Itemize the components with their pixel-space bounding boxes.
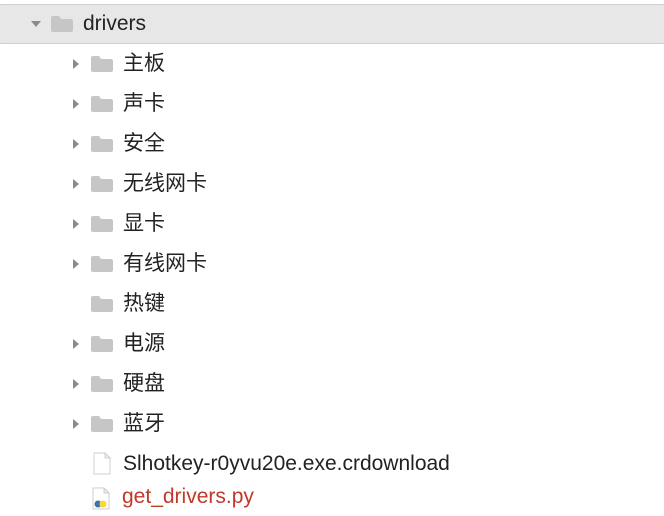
tree-item-label: 有线网卡: [123, 253, 207, 275]
folder-icon: [87, 374, 117, 394]
tree-row[interactable]: 主板: [0, 44, 664, 84]
folder-icon: [87, 174, 117, 194]
tree-item-label: 主板: [123, 53, 165, 75]
disclosure-right-icon[interactable]: [65, 218, 87, 230]
tree-item-label: 声卡: [123, 93, 165, 115]
tree-row[interactable]: 硬盘: [0, 364, 664, 404]
folder-icon: [87, 54, 117, 74]
disclosure-right-icon[interactable]: [65, 378, 87, 390]
disclosure-down-icon[interactable]: [25, 18, 47, 30]
tree-item-label: drivers: [83, 13, 146, 35]
tree-item-label: 热键: [123, 293, 165, 315]
disclosure-right-icon[interactable]: [65, 178, 87, 190]
tree-item-label: 显卡: [123, 213, 165, 235]
tree-row[interactable]: 声卡: [0, 84, 664, 124]
disclosure-right-icon[interactable]: [65, 98, 87, 110]
tree-item-label: get_drivers.py: [122, 484, 254, 508]
folder-icon: [47, 14, 77, 34]
folder-icon: [87, 294, 117, 314]
tree-row[interactable]: 蓝牙: [0, 404, 664, 444]
folder-icon: [87, 214, 117, 234]
tree-row[interactable]: 显卡: [0, 204, 664, 244]
folder-icon: [87, 134, 117, 154]
tree-row[interactable]: 热键: [0, 284, 664, 324]
tree-item-label: 电源: [123, 333, 165, 355]
folder-icon: [87, 94, 117, 114]
disclosure-right-icon[interactable]: [65, 58, 87, 70]
tree-item-label: 无线网卡: [123, 173, 207, 195]
file-icon: [87, 452, 117, 476]
tree-item-label: Slhotkey-r0yvu20e.exe.crdownload: [123, 453, 450, 475]
tree-row-root[interactable]: drivers: [0, 4, 664, 44]
tree-row[interactable]: 有线网卡: [0, 244, 664, 284]
folder-icon: [87, 254, 117, 274]
disclosure-right-icon[interactable]: [65, 418, 87, 430]
tree-row[interactable]: Slhotkey-r0yvu20e.exe.crdownload: [0, 444, 664, 484]
folder-icon: [87, 334, 117, 354]
tree-item-label: 安全: [123, 133, 165, 155]
folder-icon: [87, 414, 117, 434]
tree-row[interactable]: 电源: [0, 324, 664, 364]
tree-row[interactable]: 安全: [0, 124, 664, 164]
python-file-icon: [86, 484, 116, 511]
tree-row[interactable]: 无线网卡: [0, 164, 664, 204]
disclosure-right-icon[interactable]: [65, 138, 87, 150]
file-tree: drivers 主板声卡安全无线网卡显卡有线网卡热键电源硬盘蓝牙 Slhotkey…: [0, 0, 664, 512]
disclosure-spacer: [64, 484, 86, 486]
tree-row-partial[interactable]: get_drivers.py: [0, 484, 664, 512]
disclosure-right-icon[interactable]: [65, 338, 87, 350]
tree-item-label: 蓝牙: [123, 413, 165, 435]
tree-item-label: 硬盘: [123, 373, 165, 395]
disclosure-right-icon[interactable]: [65, 258, 87, 270]
tree-children: 主板声卡安全无线网卡显卡有线网卡热键电源硬盘蓝牙 Slhotkey-r0yvu20…: [0, 44, 664, 484]
